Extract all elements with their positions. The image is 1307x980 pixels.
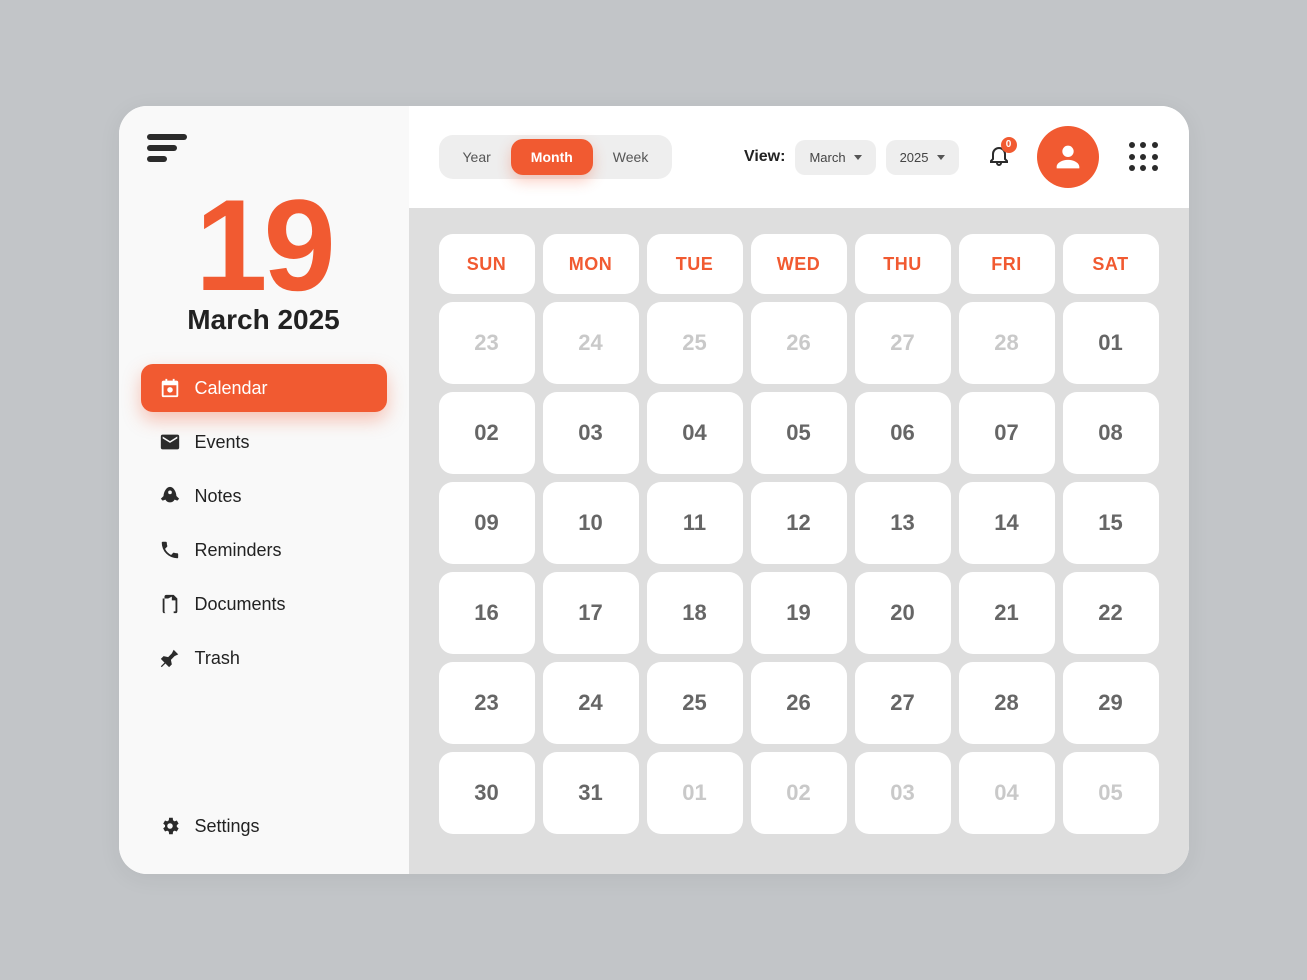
year-dropdown[interactable]: 2025 bbox=[886, 140, 959, 175]
day-cell[interactable]: 04 bbox=[959, 752, 1055, 834]
sidebar-item-label: Trash bbox=[195, 648, 240, 669]
sidebar-item-label: Settings bbox=[195, 816, 260, 837]
day-cell[interactable]: 29 bbox=[1063, 662, 1159, 744]
user-avatar[interactable] bbox=[1037, 126, 1099, 188]
notifications-button[interactable]: 0 bbox=[987, 143, 1011, 172]
sidebar-nav: Calendar Events Notes Reminders Documents Tra… bbox=[141, 364, 387, 682]
calendar-icon bbox=[159, 377, 181, 399]
day-cell[interactable]: 26 bbox=[751, 302, 847, 384]
weekday-header: SAT bbox=[1063, 234, 1159, 294]
day-cell[interactable]: 28 bbox=[959, 302, 1055, 384]
day-cell[interactable]: 02 bbox=[439, 392, 535, 474]
day-cell[interactable]: 18 bbox=[647, 572, 743, 654]
day-cell[interactable]: 05 bbox=[1063, 752, 1159, 834]
sidebar-item-notes[interactable]: Notes bbox=[141, 472, 387, 520]
topbar: YearMonthWeek View: March 2025 0 bbox=[409, 106, 1189, 208]
day-cell[interactable]: 07 bbox=[959, 392, 1055, 474]
menu-icon[interactable] bbox=[147, 134, 187, 162]
apps-grid-icon[interactable] bbox=[1129, 142, 1159, 172]
pin-icon bbox=[159, 647, 181, 669]
segment-week[interactable]: Week bbox=[593, 139, 669, 175]
weekday-header: THU bbox=[855, 234, 951, 294]
phone-icon bbox=[159, 539, 181, 561]
month-dropdown[interactable]: March bbox=[795, 140, 875, 175]
sidebar-item-settings[interactable]: Settings bbox=[141, 802, 387, 850]
view-selectors: View: March 2025 bbox=[744, 140, 959, 175]
day-cell[interactable]: 10 bbox=[543, 482, 639, 564]
current-day-number: 19 bbox=[141, 180, 387, 310]
sidebar-item-label: Reminders bbox=[195, 540, 282, 561]
day-cell[interactable]: 30 bbox=[439, 752, 535, 834]
day-cell[interactable]: 01 bbox=[647, 752, 743, 834]
user-icon bbox=[1051, 140, 1085, 174]
segment-year[interactable]: Year bbox=[443, 139, 511, 175]
weekday-header: WED bbox=[751, 234, 847, 294]
day-cell[interactable]: 06 bbox=[855, 392, 951, 474]
sidebar-item-label: Events bbox=[195, 432, 250, 453]
view-label: View: bbox=[744, 148, 786, 166]
calendar-grid: SUNMONTUEWEDTHUFRISAT2324252627280102030… bbox=[439, 234, 1159, 834]
day-cell[interactable]: 08 bbox=[1063, 392, 1159, 474]
day-cell[interactable]: 24 bbox=[543, 662, 639, 744]
day-cell[interactable]: 15 bbox=[1063, 482, 1159, 564]
sidebar-item-calendar[interactable]: Calendar bbox=[141, 364, 387, 412]
day-cell[interactable]: 27 bbox=[855, 662, 951, 744]
sidebar-item-label: Notes bbox=[195, 486, 242, 507]
day-cell[interactable]: 13 bbox=[855, 482, 951, 564]
sidebar-item-label: Documents bbox=[195, 594, 286, 615]
sidebar-item-events[interactable]: Events bbox=[141, 418, 387, 466]
day-cell[interactable]: 12 bbox=[751, 482, 847, 564]
day-cell[interactable]: 25 bbox=[647, 662, 743, 744]
day-cell[interactable]: 03 bbox=[543, 392, 639, 474]
chevron-down-icon bbox=[854, 155, 862, 160]
segment-month[interactable]: Month bbox=[511, 139, 593, 175]
day-cell[interactable]: 24 bbox=[543, 302, 639, 384]
day-cell[interactable]: 28 bbox=[959, 662, 1055, 744]
gear-icon bbox=[159, 815, 181, 837]
day-cell[interactable]: 23 bbox=[439, 302, 535, 384]
mail-icon bbox=[159, 431, 181, 453]
day-cell[interactable]: 19 bbox=[751, 572, 847, 654]
day-cell[interactable]: 27 bbox=[855, 302, 951, 384]
day-cell[interactable]: 22 bbox=[1063, 572, 1159, 654]
year-dropdown-value: 2025 bbox=[900, 150, 929, 165]
view-segmented-control: YearMonthWeek bbox=[439, 135, 673, 179]
sidebar: 19 March 2025 Calendar Events Notes Reminde… bbox=[119, 106, 409, 874]
month-dropdown-value: March bbox=[809, 150, 845, 165]
day-cell[interactable]: 21 bbox=[959, 572, 1055, 654]
weekday-header: FRI bbox=[959, 234, 1055, 294]
doc-icon bbox=[159, 593, 181, 615]
day-cell[interactable]: 11 bbox=[647, 482, 743, 564]
notification-badge: 0 bbox=[1001, 137, 1017, 153]
day-cell[interactable]: 02 bbox=[751, 752, 847, 834]
day-cell[interactable]: 14 bbox=[959, 482, 1055, 564]
app-window: 19 March 2025 CalendarEventsNotesReminde… bbox=[119, 106, 1189, 874]
day-cell[interactable]: 01 bbox=[1063, 302, 1159, 384]
day-cell[interactable]: 05 bbox=[751, 392, 847, 474]
day-cell[interactable]: 20 bbox=[855, 572, 951, 654]
sidebar-item-label: Calendar bbox=[195, 378, 268, 399]
weekday-header: SUN bbox=[439, 234, 535, 294]
rocket-icon bbox=[159, 485, 181, 507]
day-cell[interactable]: 23 bbox=[439, 662, 535, 744]
main-panel: YearMonthWeek View: March 2025 0 SUNMONT… bbox=[409, 106, 1189, 874]
day-cell[interactable]: 25 bbox=[647, 302, 743, 384]
day-cell[interactable]: 03 bbox=[855, 752, 951, 834]
weekday-header: MON bbox=[543, 234, 639, 294]
chevron-down-icon bbox=[937, 155, 945, 160]
day-cell[interactable]: 31 bbox=[543, 752, 639, 834]
day-cell[interactable]: 04 bbox=[647, 392, 743, 474]
sidebar-item-documents[interactable]: Documents bbox=[141, 580, 387, 628]
day-cell[interactable]: 09 bbox=[439, 482, 535, 564]
day-cell[interactable]: 26 bbox=[751, 662, 847, 744]
current-month-year: March 2025 bbox=[141, 304, 387, 336]
sidebar-item-reminders[interactable]: Reminders bbox=[141, 526, 387, 574]
sidebar-item-trash[interactable]: Trash bbox=[141, 634, 387, 682]
calendar-area: SUNMONTUEWEDTHUFRISAT2324252627280102030… bbox=[409, 208, 1189, 874]
weekday-header: TUE bbox=[647, 234, 743, 294]
day-cell[interactable]: 17 bbox=[543, 572, 639, 654]
day-cell[interactable]: 16 bbox=[439, 572, 535, 654]
